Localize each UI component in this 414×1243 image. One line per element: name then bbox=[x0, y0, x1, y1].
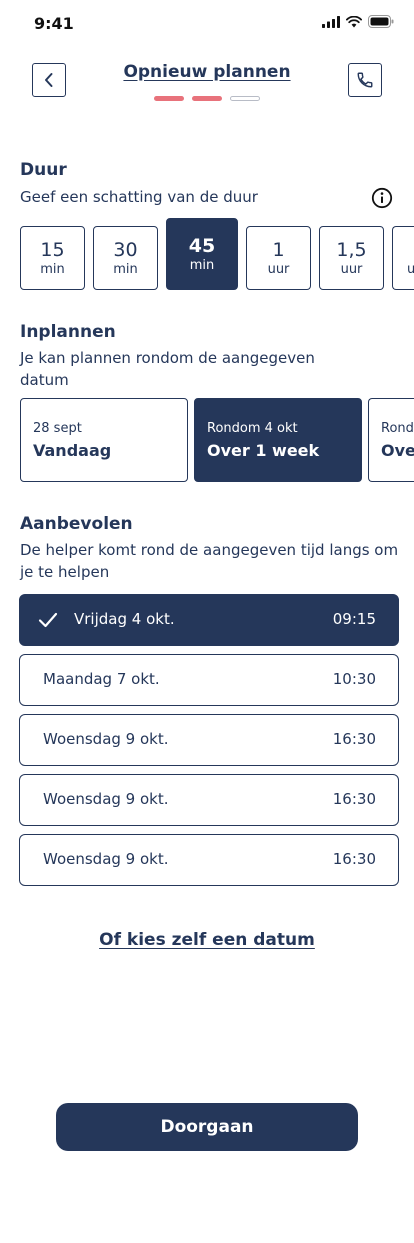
time-slot[interactable]: Woensdag 9 okt. 16:30 bbox=[19, 714, 399, 766]
time-slot[interactable]: Maandag 7 okt. 10:30 bbox=[19, 654, 399, 706]
slot-day: Woensdag 9 okt. bbox=[43, 790, 169, 808]
planning-option-date: Rondom 11 okt bbox=[381, 421, 414, 436]
planning-option-label: Over 2 weken bbox=[381, 441, 414, 460]
duration-value: 45 bbox=[188, 235, 216, 257]
duration-option-45-min[interactable]: 45 min bbox=[166, 218, 238, 290]
slot-time: 16:30 bbox=[332, 850, 376, 868]
duration-option-1-5-uur[interactable]: 1,5 uur bbox=[319, 226, 384, 290]
duration-unit: uur bbox=[393, 262, 414, 277]
duration-description: Geef een schatting van de duur bbox=[20, 188, 258, 206]
status-bar: 9:41 bbox=[0, 0, 414, 46]
duration-option-30-min[interactable]: 30 min bbox=[93, 226, 158, 290]
slot-day: Woensdag 9 okt. bbox=[43, 850, 169, 868]
duration-value: 1 bbox=[272, 239, 285, 261]
step-indicator bbox=[154, 96, 260, 101]
duration-unit: uur bbox=[340, 262, 363, 277]
duration-unit: min bbox=[40, 262, 65, 277]
duration-value: 15 bbox=[40, 239, 65, 261]
time-slot-selected[interactable]: Vrijdag 4 okt. 09:15 bbox=[19, 594, 399, 646]
wifi-icon bbox=[346, 15, 362, 27]
continue-button[interactable]: Doorgaan bbox=[56, 1103, 358, 1151]
duration-value: 1,5 bbox=[336, 239, 367, 261]
planning-option-label: Vandaag bbox=[33, 441, 112, 460]
call-button[interactable] bbox=[348, 63, 382, 97]
duration-value: 30 bbox=[113, 239, 138, 261]
recommended-description: De helper komt rond de aangegeven tijd l… bbox=[20, 541, 399, 581]
slot-day: Maandag 7 okt. bbox=[43, 670, 160, 688]
planning-option-1-week[interactable]: Rondom 4 okt Over 1 week bbox=[194, 398, 362, 482]
duration-unit: uur bbox=[267, 262, 290, 277]
planning-option-date: 28 sept bbox=[33, 421, 82, 436]
slot-time: 10:30 bbox=[332, 670, 376, 688]
planning-option-2-weeks[interactable]: Rondom 11 okt Over 2 weken bbox=[368, 398, 414, 482]
step-1 bbox=[154, 96, 184, 101]
planning-option-label: Over 1 week bbox=[207, 441, 320, 460]
slot-time: 16:30 bbox=[332, 790, 376, 808]
duration-unit: min bbox=[189, 258, 215, 273]
choose-own-date-link[interactable]: Of kies zelf een datum bbox=[0, 930, 414, 950]
duration-title: Duur bbox=[20, 160, 67, 180]
signal-icon bbox=[322, 15, 340, 28]
check-icon bbox=[38, 612, 58, 628]
planning-description: Je kan plannen rondom de aangegeven datu… bbox=[20, 349, 315, 389]
info-icon[interactable] bbox=[371, 187, 393, 209]
slot-day: Vrijdag 4 okt. bbox=[74, 610, 175, 628]
phone-icon bbox=[357, 72, 373, 88]
slot-day: Woensdag 9 okt. bbox=[43, 730, 169, 748]
duration-unit: min bbox=[113, 262, 138, 277]
status-time: 9:41 bbox=[34, 14, 74, 33]
time-slot[interactable]: Woensdag 9 okt. 16:30 bbox=[19, 834, 399, 886]
duration-option-2-uur[interactable]: 2 uur bbox=[392, 226, 414, 290]
time-slot[interactable]: Woensdag 9 okt. 16:30 bbox=[19, 774, 399, 826]
planning-option-today[interactable]: 28 sept Vandaag bbox=[20, 398, 188, 482]
battery-icon bbox=[368, 15, 394, 28]
step-2 bbox=[192, 96, 222, 101]
slot-time: 09:15 bbox=[332, 610, 376, 628]
duration-option-1-uur[interactable]: 1 uur bbox=[246, 226, 311, 290]
step-3 bbox=[230, 96, 260, 101]
status-icons bbox=[322, 15, 394, 28]
planning-title: Inplannen bbox=[20, 322, 116, 342]
recommended-title: Aanbevolen bbox=[20, 514, 133, 534]
planning-option-date: Rondom 4 okt bbox=[207, 421, 298, 436]
duration-option-15-min[interactable]: 15 min bbox=[20, 226, 85, 290]
slot-time: 16:30 bbox=[332, 730, 376, 748]
